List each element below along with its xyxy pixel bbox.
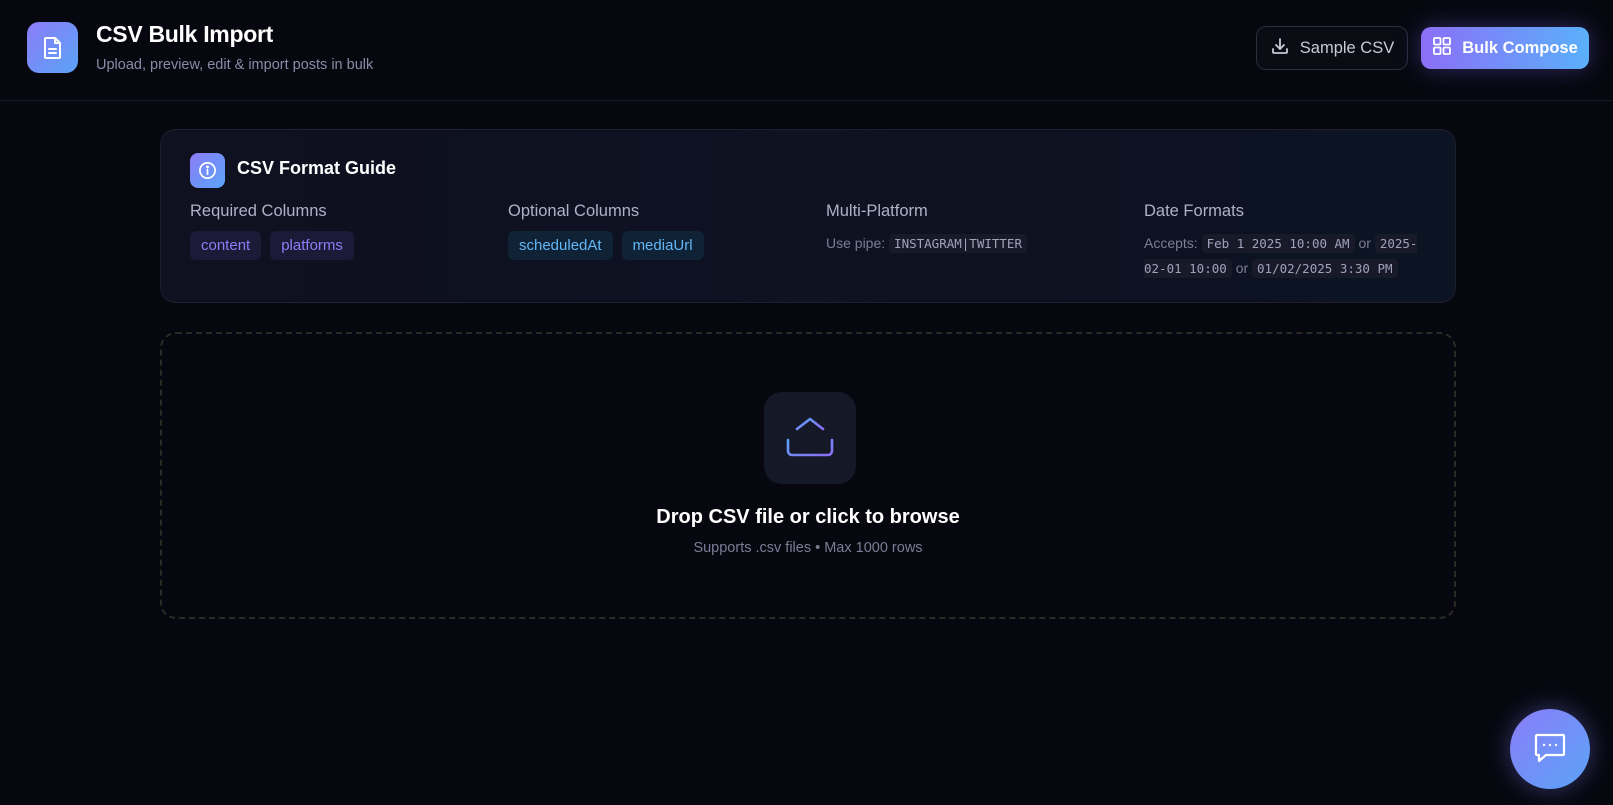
sample-csv-label: Sample CSV bbox=[1299, 38, 1395, 57]
chat-button[interactable] bbox=[1510, 709, 1590, 789]
optional-columns-heading: Optional Columns bbox=[508, 202, 640, 220]
csv-dropzone[interactable]: Drop CSV file or click to browse Support… bbox=[160, 332, 1456, 619]
dropzone-title: Drop CSV file or click to browse bbox=[656, 506, 960, 528]
download-icon bbox=[1270, 36, 1290, 61]
multi-platform-desc: Use pipe: INSTAGRAM|TWITTER bbox=[826, 231, 1027, 256]
page-subtitle: Upload, preview, edit & import posts in … bbox=[96, 57, 374, 73]
or-separator: or bbox=[1358, 235, 1371, 251]
dropzone-subtitle: Supports .csv files • Max 1000 rows bbox=[693, 540, 923, 556]
guide-title: CSV Format Guide bbox=[237, 158, 397, 178]
multi-platform-prefix: Use pipe: bbox=[826, 235, 886, 251]
column-chip: platforms bbox=[270, 231, 354, 260]
multi-platform-info: Multi-Platform Use pipe: INSTAGRAM|TWITT… bbox=[826, 202, 1027, 256]
column-chip: scheduledAt bbox=[508, 231, 613, 260]
multi-platform-heading: Multi-Platform bbox=[826, 202, 928, 220]
multi-platform-example: INSTAGRAM|TWITTER bbox=[889, 234, 1027, 253]
column-chip: content bbox=[190, 231, 262, 260]
page-title: CSV Bulk Import bbox=[96, 21, 273, 47]
grid-icon bbox=[1432, 36, 1452, 61]
date-format-example: Feb 1 2025 10:00 AM bbox=[1201, 234, 1355, 253]
csv-format-guide: CSV Format Guide Required Columns conten… bbox=[160, 129, 1456, 303]
chat-icon bbox=[1532, 729, 1568, 770]
sample-csv-button[interactable]: Sample CSV bbox=[1256, 26, 1408, 70]
optional-columns: Optional Columns scheduledAt mediaUrl bbox=[508, 202, 713, 260]
date-formats-desc: Accepts: Feb 1 2025 10:00 AM or 2025-02-… bbox=[1144, 231, 1434, 281]
bulk-compose-button[interactable]: Bulk Compose bbox=[1421, 27, 1589, 69]
date-formats-prefix: Accepts: bbox=[1144, 235, 1198, 251]
upload-icon bbox=[764, 392, 856, 484]
date-formats-heading: Date Formats bbox=[1144, 202, 1244, 220]
or-separator: or bbox=[1235, 260, 1249, 276]
bulk-compose-label: Bulk Compose bbox=[1462, 38, 1578, 57]
date-format-example: 01/02/2025 3:30 PM bbox=[1252, 259, 1398, 278]
date-formats-info: Date Formats Accepts: Feb 1 2025 10:00 A… bbox=[1144, 202, 1434, 281]
required-columns: Required Columns content platforms bbox=[190, 202, 363, 260]
required-columns-heading: Required Columns bbox=[190, 202, 327, 220]
info-icon bbox=[190, 153, 225, 188]
page-header: CSV Bulk Import Upload, preview, edit & … bbox=[0, 0, 1613, 101]
document-icon bbox=[27, 22, 78, 73]
column-chip: mediaUrl bbox=[621, 231, 704, 260]
